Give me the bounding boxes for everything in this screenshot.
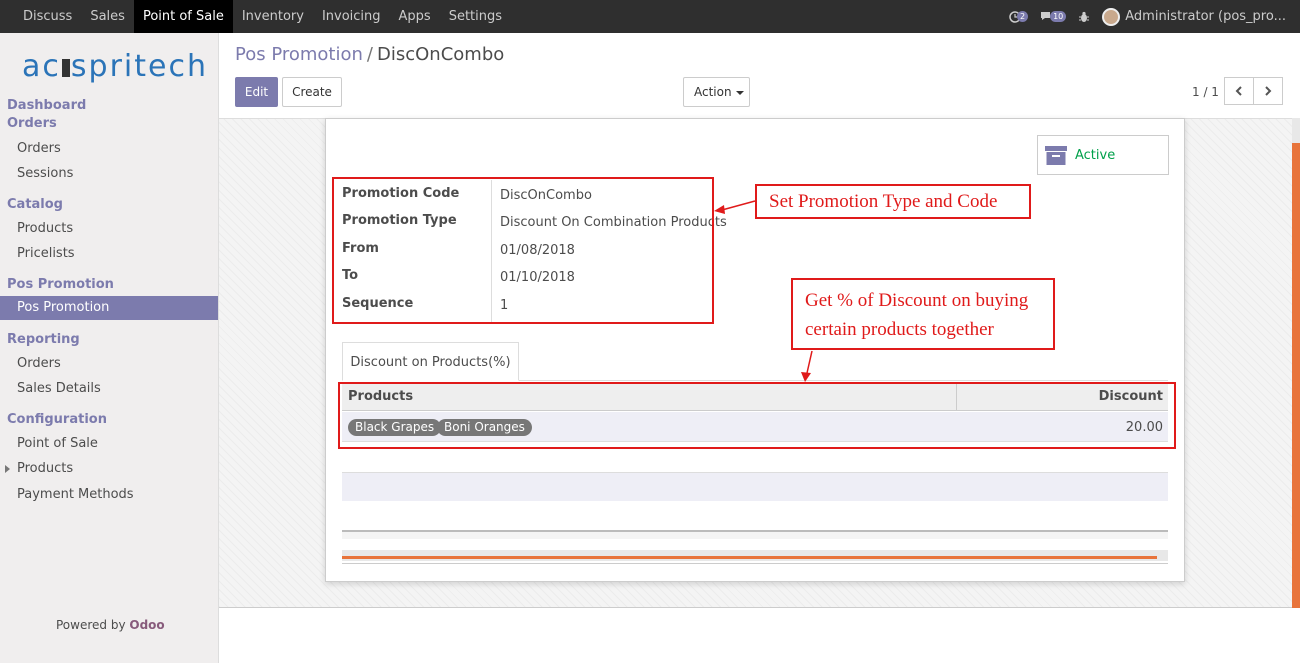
annotation-arrows bbox=[714, 200, 813, 382]
